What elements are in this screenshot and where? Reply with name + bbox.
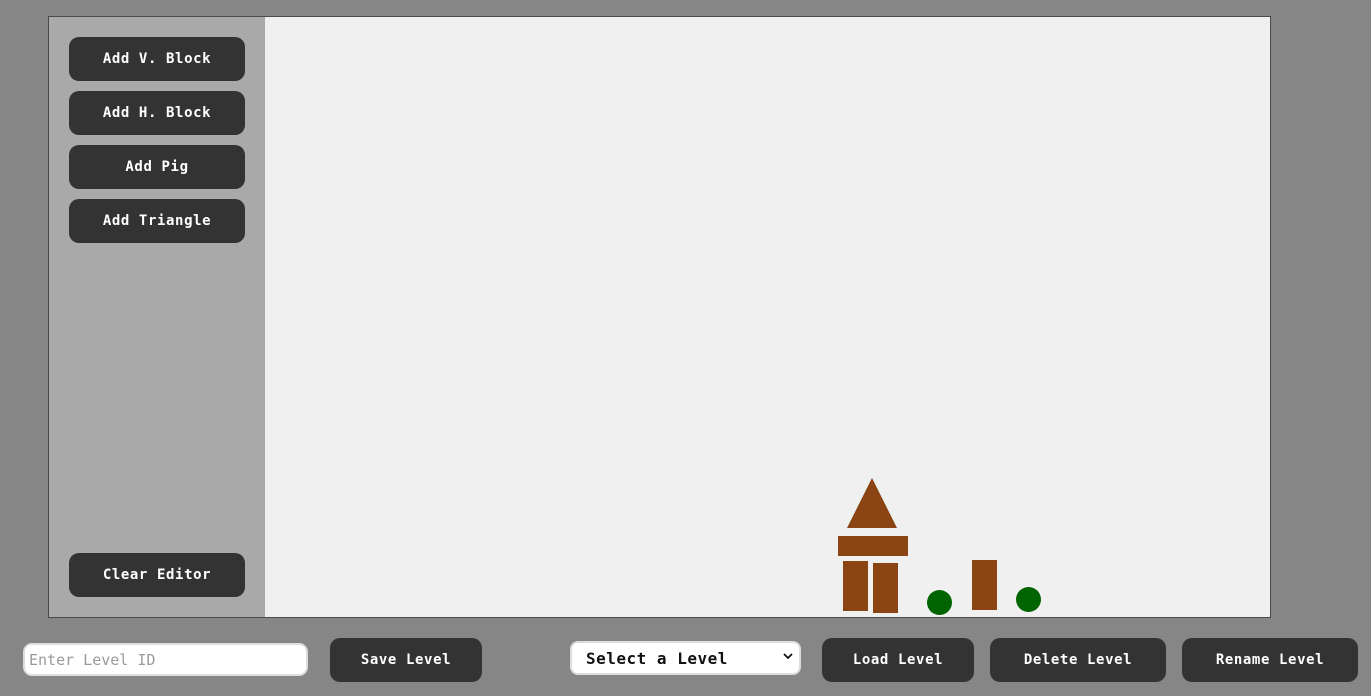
delete-level-button[interactable]: Delete Level	[990, 638, 1166, 682]
save-level-button[interactable]: Save Level	[330, 638, 482, 682]
level-select-value: Select a Level	[586, 648, 728, 668]
level-select[interactable]: Select a Level	[570, 641, 801, 675]
add-pig-button[interactable]: Add Pig	[69, 145, 245, 189]
level-editor: Add V. Block Add H. Block Add Pig Add Tr…	[48, 16, 1271, 618]
level-id-input[interactable]	[23, 643, 308, 676]
triangle-piece[interactable]	[847, 478, 897, 528]
horizontal-block[interactable]	[838, 536, 908, 556]
pig[interactable]	[1016, 587, 1041, 612]
vertical-block[interactable]	[843, 561, 868, 611]
vertical-block[interactable]	[873, 563, 898, 613]
load-level-button[interactable]: Load Level	[822, 638, 974, 682]
add-horizontal-block-button[interactable]: Add H. Block	[69, 91, 245, 135]
rename-level-button[interactable]: Rename Level	[1182, 638, 1358, 682]
add-triangle-button[interactable]: Add Triangle	[69, 199, 245, 243]
chevron-down-icon	[783, 652, 793, 663]
vertical-block[interactable]	[972, 560, 997, 610]
pig[interactable]	[927, 590, 952, 615]
tool-sidebar: Add V. Block Add H. Block Add Pig Add Tr…	[49, 17, 265, 617]
clear-editor-button[interactable]: Clear Editor	[69, 553, 245, 597]
add-vertical-block-button[interactable]: Add V. Block	[69, 37, 245, 81]
editor-canvas[interactable]	[265, 17, 1270, 617]
